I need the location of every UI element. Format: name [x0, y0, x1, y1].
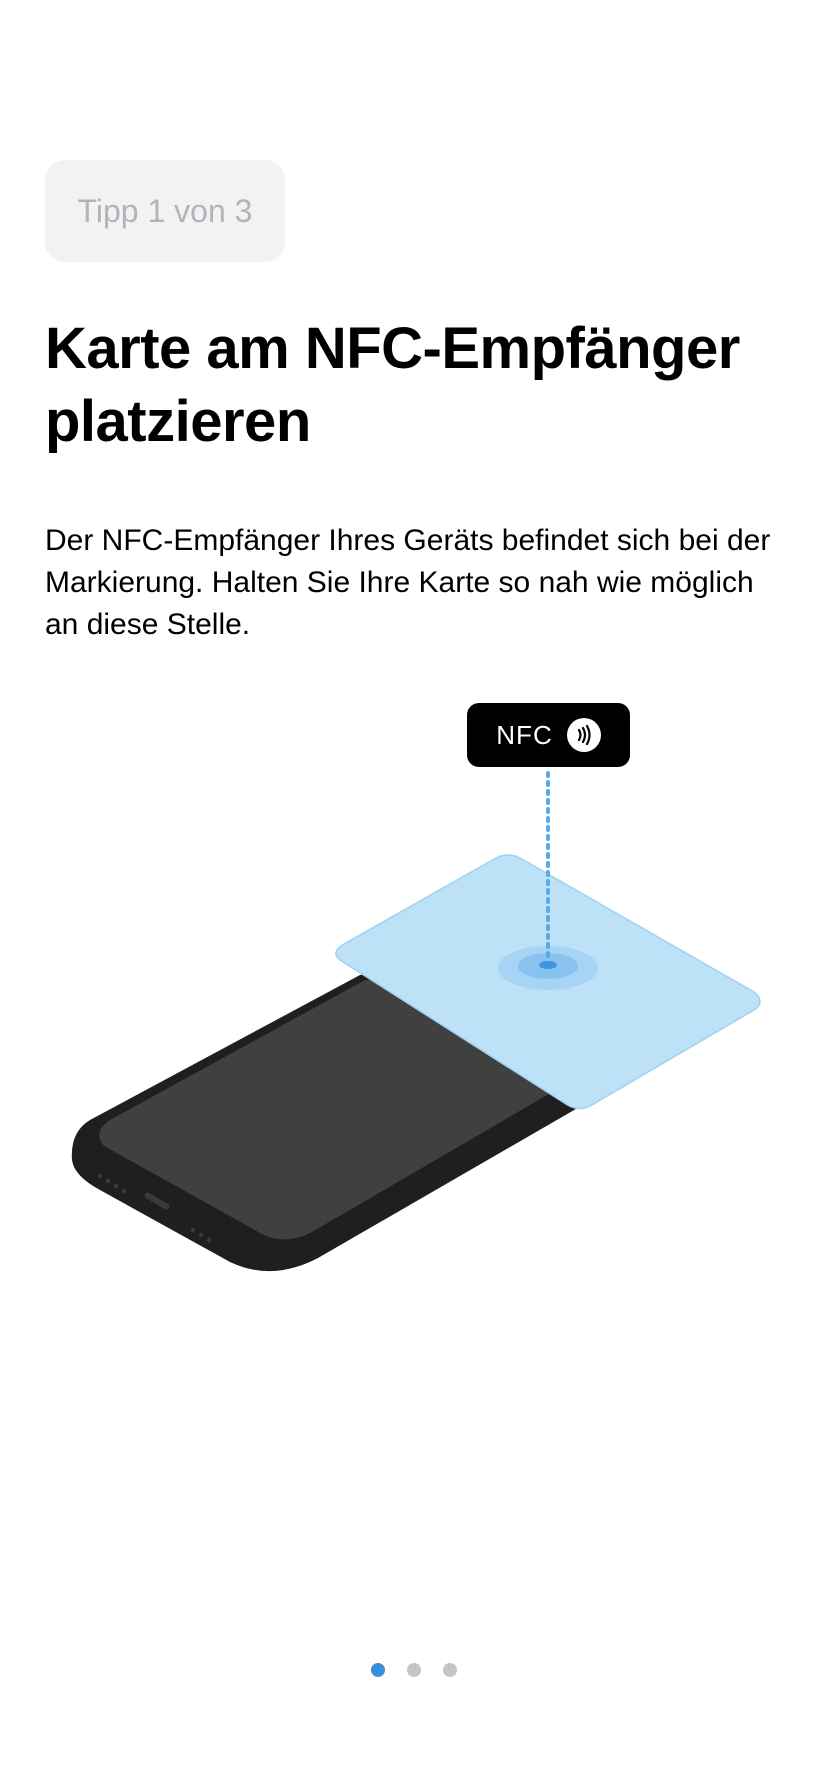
instruction-text: Der NFC-Empfänger Ihres Geräts befindet … — [45, 524, 771, 641]
nfc-label-text: NFC — [496, 719, 553, 750]
page-dot-3[interactable] — [443, 1663, 457, 1677]
page-dot-1[interactable] — [371, 1663, 385, 1677]
tip-counter-badge: Tipp 1 von 3 — [45, 160, 285, 262]
tip-counter-label: Tipp 1 von 3 — [77, 192, 253, 229]
page-title: Karte am NFC-Empfänger platzieren — [45, 316, 740, 454]
contactless-icon — [566, 718, 601, 752]
nfc-label-tag: NFC — [467, 703, 630, 767]
page-indicator[interactable] — [0, 1663, 828, 1683]
page-dot-2[interactable] — [407, 1663, 421, 1677]
nfc-illustration — [71, 771, 761, 1272]
